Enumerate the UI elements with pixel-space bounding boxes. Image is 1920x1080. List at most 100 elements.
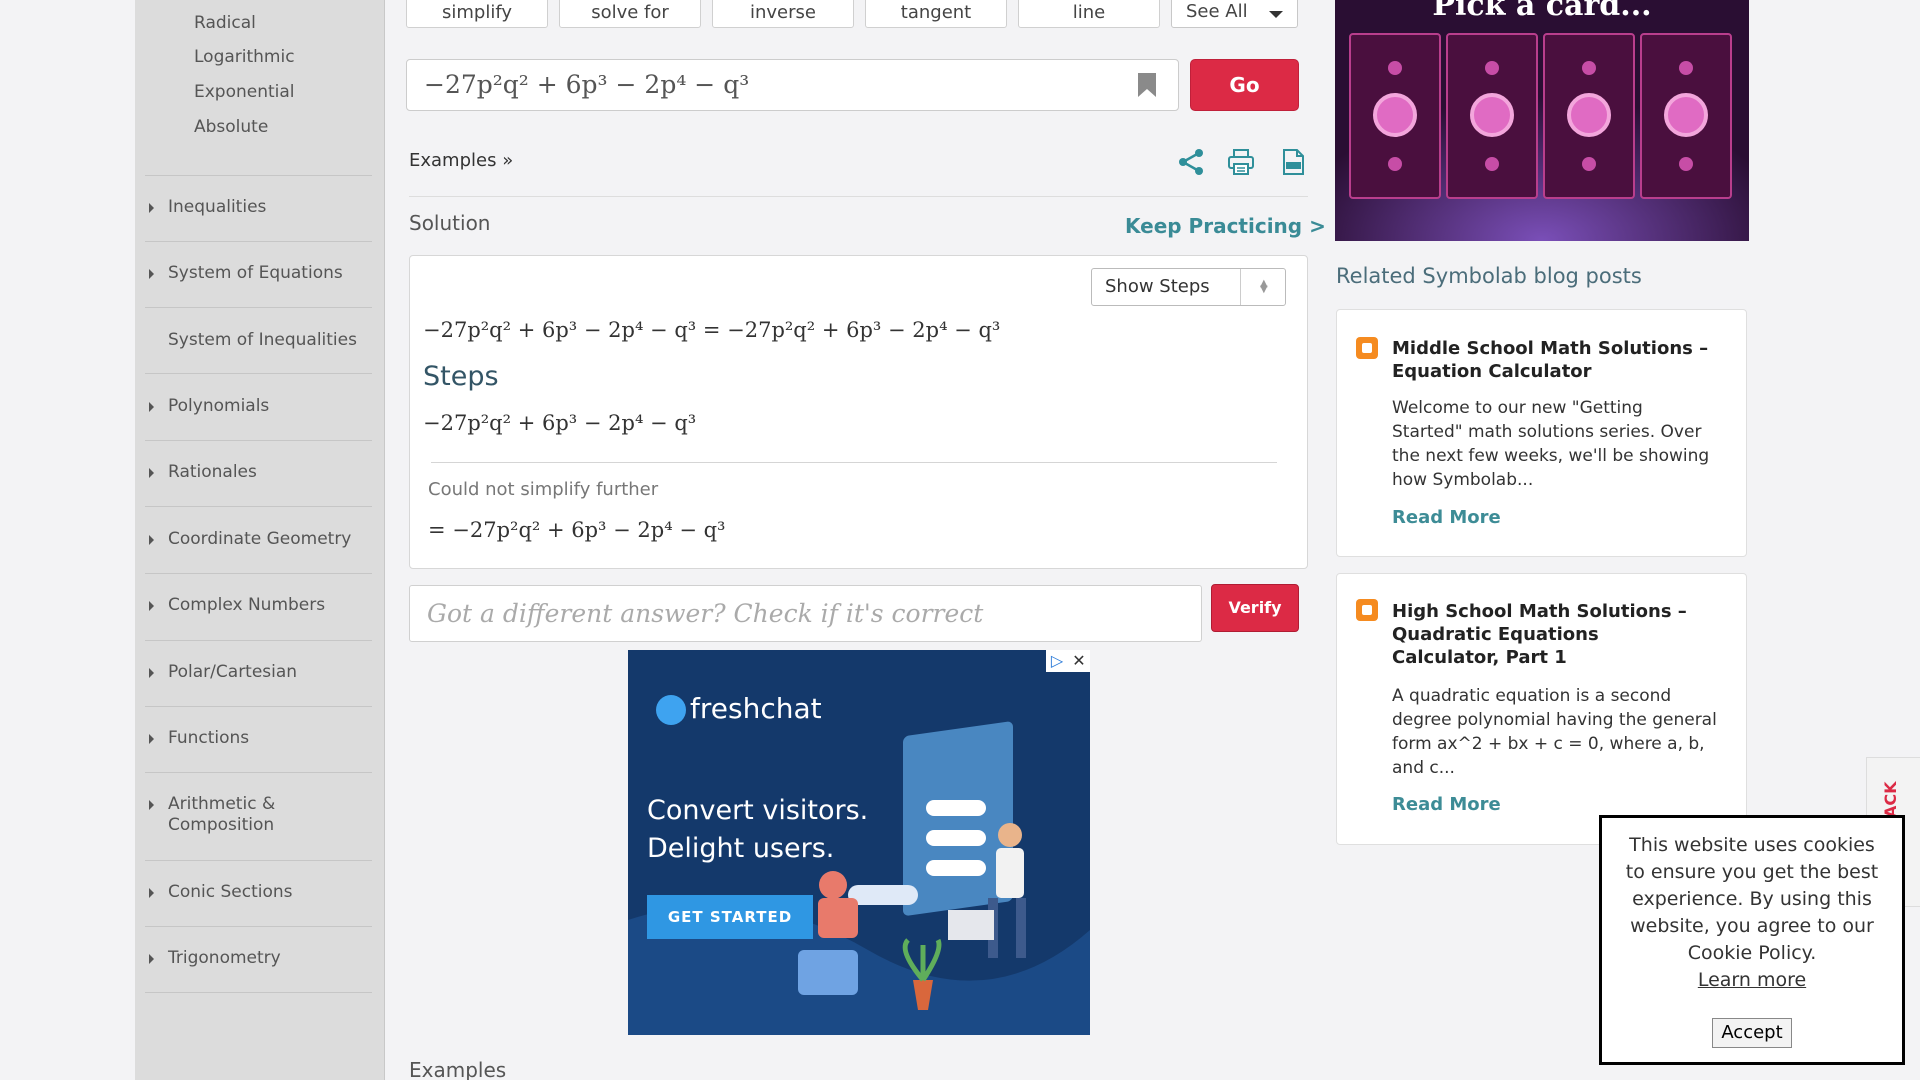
final-result: = −27p²q² + 6p³ − 2p⁴ − q³	[428, 518, 726, 542]
tarot-card[interactable]	[1640, 33, 1732, 199]
caret-right-icon	[149, 402, 154, 412]
chat-bubble-icon	[656, 695, 686, 725]
divider	[145, 573, 372, 574]
caret-right-icon	[149, 269, 154, 279]
sidebar-item-label: Arithmetic & Composition	[168, 794, 276, 835]
sidebar-item-label: Complex Numbers	[168, 595, 326, 615]
read-more-link[interactable]: Read More	[1392, 794, 1501, 815]
sidebar-item-label: Polynomials	[168, 396, 270, 416]
sidebar-item-label: Trigonometry	[168, 948, 281, 968]
caret-right-icon	[149, 535, 154, 545]
caret-right-icon	[149, 888, 154, 898]
caret-right-icon	[149, 203, 154, 213]
ad-cta-button[interactable]: GET STARTED	[647, 895, 813, 939]
accept-button[interactable]: Accept	[1712, 1018, 1792, 1048]
sidebar-item-label: Functions	[168, 728, 250, 748]
ad-logo: freshchat	[656, 692, 822, 725]
caret-right-icon	[149, 954, 154, 964]
tab-inverse[interactable]: inverse	[712, 0, 854, 28]
caret-right-icon	[149, 800, 154, 810]
ad-headline: Convert visitors. Delight users.	[647, 795, 869, 864]
read-more-link[interactable]: Read More	[1392, 507, 1501, 528]
ad-brand: freshchat	[690, 692, 822, 725]
caret-right-icon	[149, 468, 154, 478]
caret-right-icon	[149, 668, 154, 678]
tarot-card[interactable]	[1349, 33, 1441, 199]
show-steps-label: Show Steps	[1105, 276, 1210, 297]
sidebar-item-label: System of Inequalities	[168, 330, 357, 350]
solution-panel: Show Steps ▲ ▼ −27p²q² + 6p³ − 2p⁴ − q³ =…	[409, 255, 1308, 569]
blogger-icon	[1356, 337, 1378, 359]
divider	[145, 860, 372, 861]
tab-tangent[interactable]: tangent	[865, 0, 1007, 28]
blog-card: Middle School Math Solutions – Equation …	[1336, 309, 1747, 557]
sidebar-item-label: System of Equations	[168, 263, 343, 283]
keep-practicing-link[interactable]: Keep Practicing >	[1125, 214, 1326, 238]
result-equation: −27p²q² + 6p³ − 2p⁴ − q³ = −27p²q² + 6p³…	[423, 318, 1001, 342]
query-text: −27p²q² + 6p³ − 2p⁴ − q³	[424, 70, 750, 99]
game-banner-ad[interactable]: Pick a card...	[1335, 0, 1749, 241]
divider	[145, 926, 372, 927]
examples-section-title: Examples	[409, 1058, 507, 1080]
divider	[409, 196, 1308, 197]
steps-title: Steps	[423, 361, 499, 392]
see-all-label: See All	[1186, 1, 1248, 22]
cookie-message: This website uses cookies to ensure you …	[1625, 834, 1879, 964]
blog-post-excerpt: A quadratic equation is a second degree …	[1392, 686, 1717, 778]
tarot-card[interactable]	[1446, 33, 1538, 199]
blog-post-title[interactable]: High School Math Solutions – Quadratic E…	[1392, 600, 1712, 669]
divider	[145, 506, 372, 507]
sidebar-subitem-absolute[interactable]: Absolute	[194, 117, 268, 137]
bookmark-icon[interactable]	[1138, 73, 1156, 97]
step-expression: −27p²q² + 6p³ − 2p⁴ − q³	[423, 411, 697, 435]
divider	[431, 462, 1277, 463]
learn-more-link[interactable]: Learn more	[1602, 967, 1902, 994]
blog-section-title: Related Symbolab blog posts	[1336, 264, 1642, 288]
tab-line[interactable]: line	[1018, 0, 1160, 28]
pdf-icon[interactable]	[1279, 148, 1307, 176]
blog-post-title[interactable]: Middle School Math Solutions – Equation …	[1392, 337, 1712, 383]
divider	[145, 992, 372, 993]
show-steps-select[interactable]: Show Steps ▲ ▼	[1091, 268, 1286, 306]
ad-close-icon[interactable]: ✕	[1068, 650, 1090, 672]
divider	[145, 640, 372, 641]
sidebar-item-label: Rationales	[168, 462, 257, 482]
sidebar-item-label: Conic Sections	[168, 882, 293, 902]
sidebar-subitem-radical[interactable]: Radical	[194, 13, 256, 33]
sidebar-item-label: Coordinate Geometry	[168, 529, 352, 549]
tarot-card[interactable]	[1543, 33, 1635, 199]
query-input[interactable]: −27p²q² + 6p³ − 2p⁴ − q³	[406, 59, 1179, 111]
divider	[145, 772, 372, 773]
print-icon[interactable]	[1227, 148, 1255, 176]
ad-choices-icon[interactable]: ▷	[1046, 650, 1068, 672]
select-arrows-icon: ▲ ▼	[1260, 278, 1268, 295]
sidebar-item-label: Polar/Cartesian	[168, 662, 298, 682]
divider	[1240, 269, 1241, 305]
go-button[interactable]: Go	[1190, 59, 1299, 111]
cookie-banner: This website uses cookies to ensure you …	[1599, 815, 1905, 1065]
divider	[145, 241, 372, 242]
sidebar: Radical Logarithmic Exponential Absolute…	[135, 0, 385, 1080]
blog-post-excerpt: Welcome to our new "Getting Started" mat…	[1392, 398, 1710, 490]
divider	[145, 307, 372, 308]
share-icon[interactable]	[1177, 148, 1205, 176]
solution-title: Solution	[409, 211, 491, 235]
check-answer-input[interactable]: Got a different answer? Check if it's co…	[409, 585, 1202, 642]
examples-link[interactable]: Examples »	[409, 150, 513, 171]
chevron-down-icon	[1269, 11, 1283, 18]
caret-right-icon	[149, 601, 154, 611]
divider	[145, 706, 372, 707]
sidebar-subitem-logarithmic[interactable]: Logarithmic	[194, 47, 295, 67]
advertisement[interactable]: ▷ ✕ freshchat Convert visitors. Delight …	[628, 650, 1090, 1035]
sidebar-item-label: Inequalities	[168, 197, 267, 217]
tab-simplify[interactable]: simplify	[406, 0, 548, 28]
sidebar-subitem-exponential[interactable]: Exponential	[194, 82, 295, 102]
blogger-icon	[1356, 599, 1378, 621]
caret-right-icon	[149, 734, 154, 744]
see-all-dropdown[interactable]: See All	[1171, 0, 1298, 28]
step-note: Could not simplify further	[428, 479, 659, 500]
blog-card: High School Math Solutions – Quadratic E…	[1336, 573, 1747, 845]
tab-solve-for[interactable]: solve for	[559, 0, 701, 28]
divider	[145, 373, 372, 374]
verify-button[interactable]: Verify	[1211, 584, 1299, 632]
